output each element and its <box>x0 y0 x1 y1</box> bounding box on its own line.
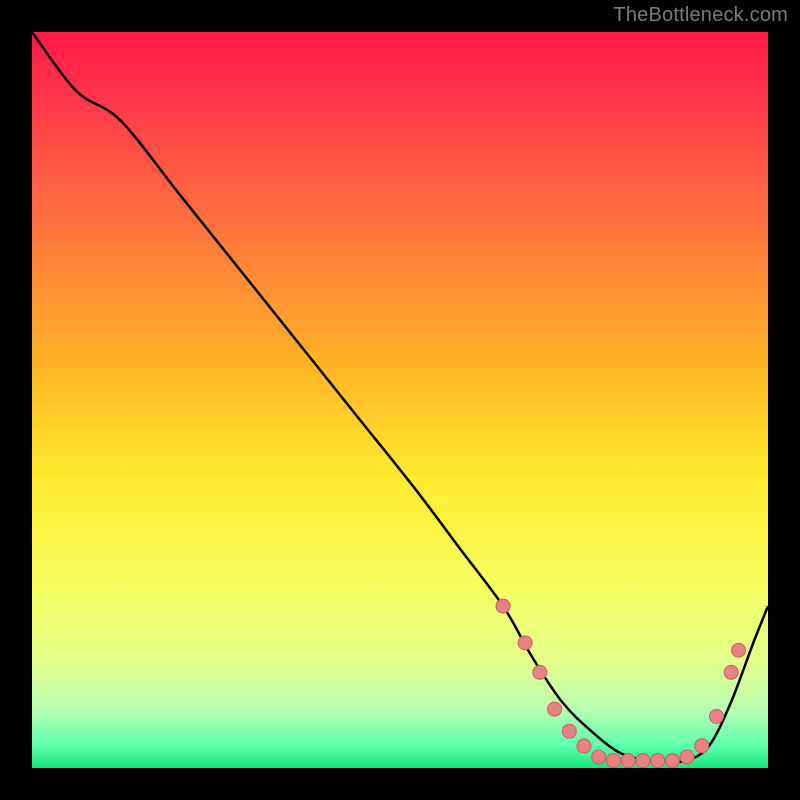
curve-marker <box>592 750 606 764</box>
curve-marker <box>621 754 635 768</box>
curve-marker <box>577 739 591 753</box>
curve-marker <box>709 709 723 723</box>
curve-marker <box>665 754 679 768</box>
curve-marker <box>695 739 709 753</box>
curve-marker <box>636 754 650 768</box>
attribution-label: TheBottleneck.com <box>613 4 788 27</box>
chart-frame: TheBottleneck.com <box>0 0 800 800</box>
curve-marker <box>562 724 576 738</box>
curve-marker <box>533 665 547 679</box>
curve-marker <box>606 754 620 768</box>
chart-svg <box>32 32 768 768</box>
curve-marker <box>680 750 694 764</box>
curve-marker <box>651 754 665 768</box>
plot-area <box>32 32 768 768</box>
curve-marker <box>496 599 510 613</box>
curve-marker <box>548 702 562 716</box>
curve-marker <box>732 643 746 657</box>
curve-marker <box>518 636 532 650</box>
gradient-background <box>32 32 768 768</box>
curve-marker <box>724 665 738 679</box>
